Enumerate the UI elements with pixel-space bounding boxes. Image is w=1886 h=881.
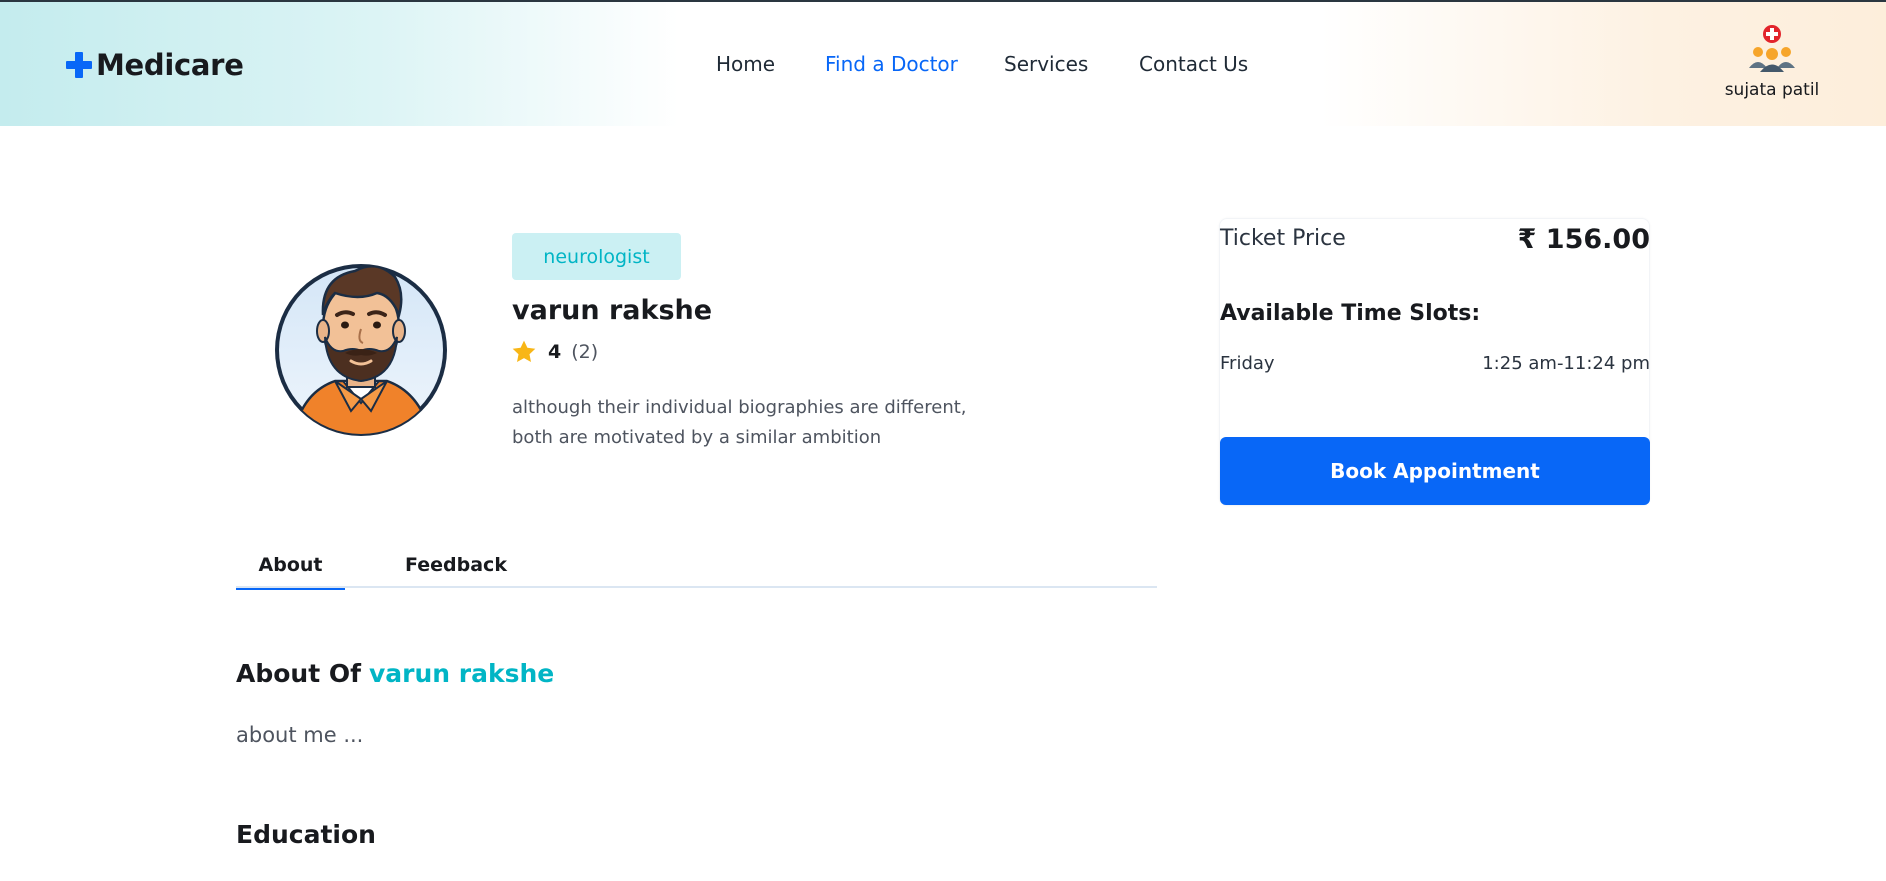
rating-count: (2) <box>571 341 599 363</box>
specialization-badge: neurologist <box>512 233 681 280</box>
main-nav: Home Find a Doctor Services Contact Us <box>0 52 1886 82</box>
nav-home[interactable]: Home <box>716 52 775 76</box>
ticket-price-row: Ticket Price ₹ 156.00 <box>1220 224 1650 260</box>
education-heading: Education <box>236 820 376 849</box>
profile-tabs: About Feedback <box>236 542 1157 590</box>
ticket-price-value: ₹ 156.00 <box>1517 224 1650 255</box>
doctor-rating: 4 (2) <box>510 338 598 366</box>
book-appointment-button[interactable]: Book Appointment <box>1220 437 1650 505</box>
about-doctor-name: varun rakshe <box>369 659 555 688</box>
doctor-bio: although their individual biographies ar… <box>512 397 967 448</box>
site-header: Medicare Home Find a Doctor Services Con… <box>0 0 1886 126</box>
nav-services[interactable]: Services <box>1004 52 1088 76</box>
about-heading: About Of varun rakshe <box>236 659 554 688</box>
average-rating: 4 <box>548 341 562 363</box>
time-slot-day: Friday <box>1220 353 1275 374</box>
ticket-price-label: Ticket Price <box>1220 226 1346 251</box>
doctor-avatar-icon <box>273 253 450 437</box>
about-heading-label: About Of <box>236 659 361 688</box>
time-slots-title: Available Time Slots: <box>1220 301 1481 326</box>
nav-contact-us[interactable]: Contact Us <box>1139 52 1248 76</box>
time-slot-time: 1:25 am-11:24 pm <box>1482 353 1650 374</box>
user-menu[interactable]: sujata patil <box>1716 24 1828 100</box>
about-text: about me ... <box>236 723 364 747</box>
star-icon <box>510 338 538 366</box>
user-group-medical-icon <box>1747 24 1797 76</box>
nav-find-a-doctor[interactable]: Find a Doctor <box>825 52 958 76</box>
user-name: sujata patil <box>1724 80 1820 100</box>
doctor-name: varun rakshe <box>512 295 713 326</box>
tab-about[interactable]: About <box>236 542 345 590</box>
time-slot-row: Friday 1:25 am-11:24 pm <box>1220 353 1650 379</box>
tab-feedback[interactable]: Feedback <box>394 542 518 588</box>
